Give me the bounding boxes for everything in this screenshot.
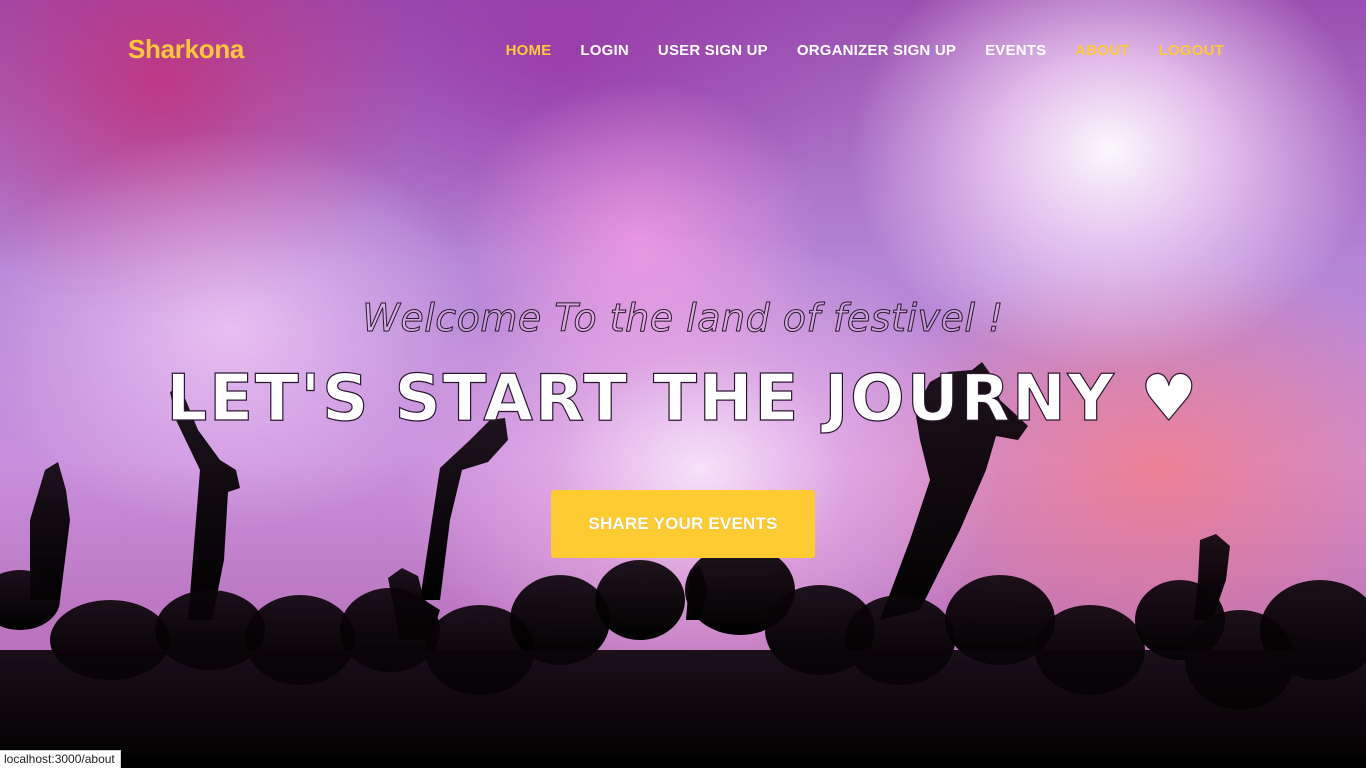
nav-link-organizer-signup[interactable]: ORGANIZER SIGN UP (797, 42, 956, 59)
nav-link-about[interactable]: ABOUT (1075, 42, 1129, 59)
nav-link-login[interactable]: LOGIN (580, 42, 629, 59)
nav-item-events: EVENTS (985, 42, 1046, 60)
top-navbar: Sharkona HOME LOGIN USER SIGN UP ORGANIZ… (0, 0, 1366, 104)
nav-item-login: LOGIN (580, 42, 629, 60)
nav-menu: HOME LOGIN USER SIGN UP ORGANIZER SIGN U… (506, 42, 1224, 60)
share-events-button[interactable]: SHARE YOUR EVENTS (551, 490, 815, 558)
nav-item-home: HOME (506, 42, 552, 60)
hero-headline: LET'S START THE JOURNY ♥ (166, 361, 1200, 436)
nav-item-logout: LOGOUT (1159, 42, 1224, 60)
nav-item-about: ABOUT (1075, 42, 1129, 60)
hero-section: Sharkona HOME LOGIN USER SIGN UP ORGANIZ… (0, 0, 1366, 768)
nav-link-events[interactable]: EVENTS (985, 42, 1046, 59)
hero-subtitle: Welcome To the land of festivel ! (362, 296, 1004, 341)
nav-item-user-signup: USER SIGN UP (658, 42, 768, 60)
brand-logo-link[interactable]: Sharkona (128, 34, 244, 65)
nav-item-organizer-signup: ORGANIZER SIGN UP (797, 42, 956, 60)
browser-status-bar-url: localhost:3000/about (0, 750, 121, 768)
nav-link-user-signup[interactable]: USER SIGN UP (658, 42, 768, 59)
nav-link-logout[interactable]: LOGOUT (1159, 42, 1224, 59)
nav-link-home[interactable]: HOME (506, 42, 552, 59)
